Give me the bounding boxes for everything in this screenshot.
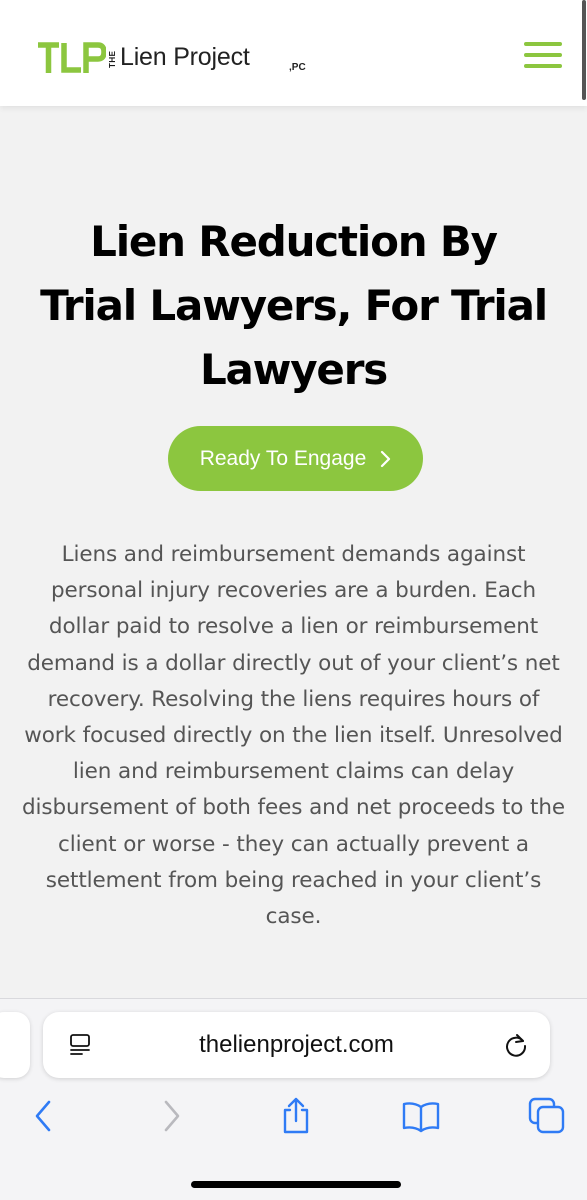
tlp-logo-icon xyxy=(38,42,106,73)
logo-suffix: ,PC xyxy=(289,62,306,73)
address-bar[interactable]: thelienproject.com xyxy=(43,1012,550,1078)
previous-tab-preview[interactable] xyxy=(0,1012,30,1078)
back-icon xyxy=(35,1100,51,1132)
chevron-right-icon xyxy=(381,450,391,467)
bookmarks-icon xyxy=(402,1102,440,1133)
menu-bar xyxy=(524,53,562,57)
url-text[interactable]: thelienproject.com xyxy=(103,1012,490,1078)
menu-bar xyxy=(524,64,562,68)
bookmarks-button[interactable] xyxy=(401,1096,441,1136)
logo-the-label: THE xyxy=(108,50,117,68)
hero-title: Lien Reduction By Trial Lawyers, For Tri… xyxy=(40,217,548,394)
logo-name: Lien Project xyxy=(120,43,250,71)
back-button[interactable] xyxy=(23,1096,63,1136)
site-header: THE Lien Project ,PC xyxy=(0,0,587,106)
intro-paragraph: Liens and reimbursement demands against … xyxy=(21,542,566,930)
forward-button[interactable] xyxy=(152,1096,192,1136)
site-logo[interactable]: THE Lien Project ,PC xyxy=(38,41,306,75)
cta-label: Ready To Engage xyxy=(199,446,367,470)
menu-bar xyxy=(524,42,562,46)
forward-icon xyxy=(164,1100,180,1132)
reload-icon[interactable] xyxy=(503,1032,529,1058)
page-menu-icon[interactable] xyxy=(68,1033,92,1057)
share-button[interactable] xyxy=(276,1096,316,1136)
share-icon xyxy=(283,1097,309,1134)
hamburger-menu-icon[interactable] xyxy=(524,42,562,70)
tabs-button[interactable] xyxy=(527,1096,567,1136)
tabs-icon xyxy=(528,1097,565,1134)
scroll-indicator[interactable] xyxy=(582,0,586,100)
ready-to-engage-button[interactable]: Ready To Engage xyxy=(168,426,423,491)
home-indicator xyxy=(191,1181,401,1188)
